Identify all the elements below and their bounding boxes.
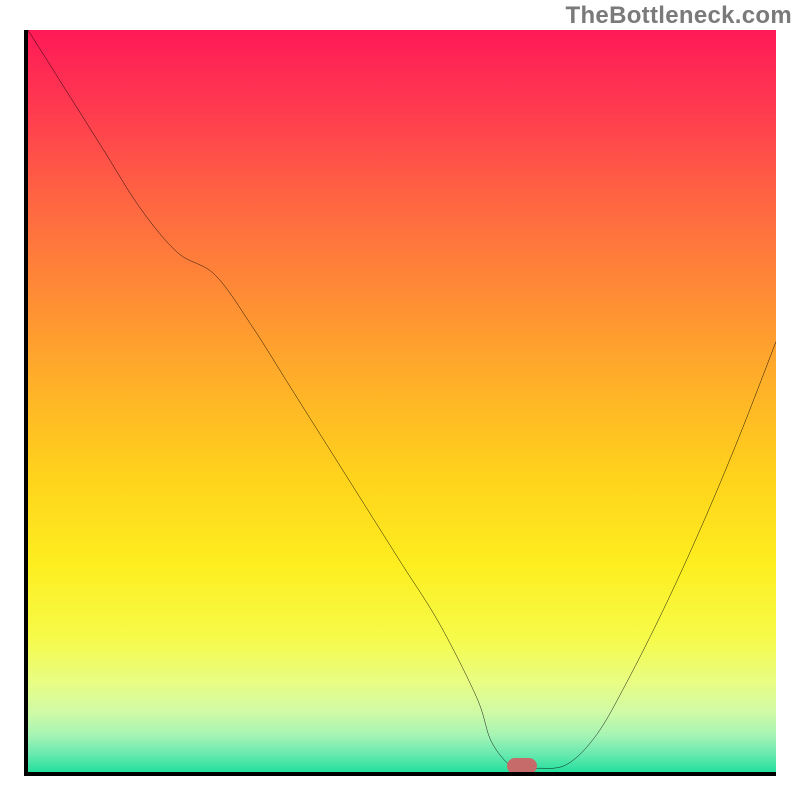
plot-area xyxy=(24,30,776,776)
optimal-point-marker xyxy=(507,758,537,774)
bottleneck-curve xyxy=(28,30,776,772)
chart-container: TheBottleneck.com xyxy=(0,0,800,800)
watermark-text: TheBottleneck.com xyxy=(566,2,792,30)
